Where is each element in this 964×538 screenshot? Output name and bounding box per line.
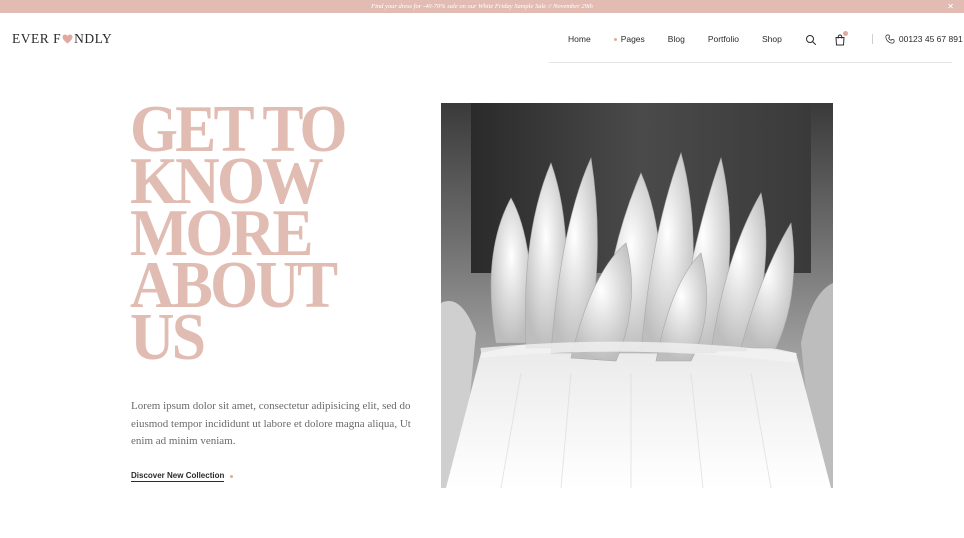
logo[interactable]: EVER F NDLY bbox=[12, 31, 112, 47]
nav-item-label: Home bbox=[568, 34, 591, 44]
logo-text-left: EVER F bbox=[12, 31, 62, 46]
heart-icon bbox=[62, 34, 73, 44]
cart-badge bbox=[842, 31, 848, 36]
phone-number: 00123 45 67 891 111 bbox=[898, 34, 964, 44]
discover-collection-link[interactable]: Discover New Collection bbox=[131, 471, 234, 482]
hero-description: Lorem ipsum dolor sit amet, consectetur … bbox=[131, 400, 411, 447]
nav-item-pages[interactable]: Pages bbox=[613, 34, 645, 44]
phone-icon bbox=[885, 34, 895, 44]
shopping-bag-icon[interactable] bbox=[834, 31, 848, 46]
link-marker bbox=[230, 475, 234, 478]
active-marker bbox=[613, 37, 617, 41]
nav-item-label: Blog bbox=[667, 34, 685, 44]
close-icon[interactable]: ✕ bbox=[947, 0, 954, 13]
site-header: EVER F NDLY Home Pages Blog Portfolio Sh… bbox=[0, 13, 964, 65]
logo-text-right: NDLY bbox=[74, 31, 113, 46]
phone-link[interactable]: 00123 45 67 891 111 bbox=[885, 34, 964, 44]
discover-link-label: Discover New Collection bbox=[131, 471, 225, 482]
announcement-text: Find your dress for -40-70% sale on our … bbox=[371, 3, 593, 10]
nav-item-portfolio[interactable]: Portfolio bbox=[708, 34, 739, 44]
announcement-bar: Find your dress for -40-70% sale on our … bbox=[0, 0, 964, 13]
feathered-wedding-dress-photo bbox=[441, 103, 833, 488]
nav-item-shop[interactable]: Shop bbox=[762, 34, 782, 44]
nav-item-blog[interactable]: Blog bbox=[668, 34, 685, 44]
nav-item-label: Pages bbox=[620, 34, 645, 44]
nav-item-label: Portfolio bbox=[707, 34, 739, 44]
nav-item-home[interactable]: Home bbox=[568, 34, 591, 44]
header-divider bbox=[549, 62, 952, 63]
hero-title: GET TO KNOW MORE ABOUT US bbox=[130, 96, 397, 371]
nav-item-label: Shop bbox=[762, 34, 782, 44]
search-icon[interactable] bbox=[805, 34, 817, 46]
nav-divider bbox=[871, 34, 873, 44]
main-nav: Home Pages Blog Portfolio Shop 00123 45 … bbox=[568, 31, 964, 46]
